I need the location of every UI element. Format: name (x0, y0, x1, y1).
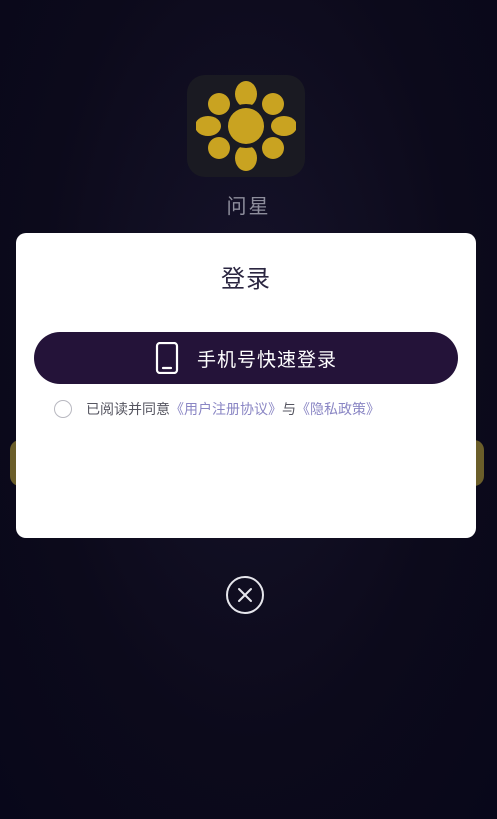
dialog-title: 登录 (221, 265, 271, 293)
agreement-prefix: 已阅读并同意 (86, 402, 170, 418)
agreement-row: 已阅读并同意 《用户注册协议》 与 《隐私政策》 (54, 398, 380, 420)
agreement-connector: 与 (282, 402, 296, 418)
user-agreement-link[interactable]: 《用户注册协议》 (170, 399, 282, 419)
login-dialog: 登录 手机号快速登录 已阅读并同意 《用户注册协议》 与 《隐私政策》 (16, 233, 476, 538)
privacy-policy-link[interactable]: 《隐私政策》 (296, 399, 380, 419)
app-name: 问星 (226, 194, 271, 218)
login-button-label: 手机号快速登录 (196, 348, 337, 371)
phone-quick-login-button[interactable]: 手机号快速登录 (34, 332, 458, 384)
screen-background: 问星 登录 手机号快速登录 已阅读并同意 《用户注册协议》 与 《隐私政策》 (0, 0, 497, 819)
app-logo (187, 75, 305, 177)
close-icon (238, 588, 252, 602)
close-button[interactable] (226, 576, 264, 614)
agreement-checkbox[interactable] (54, 400, 72, 418)
smartphone-icon (155, 342, 179, 374)
sunflower-icon (196, 81, 296, 171)
